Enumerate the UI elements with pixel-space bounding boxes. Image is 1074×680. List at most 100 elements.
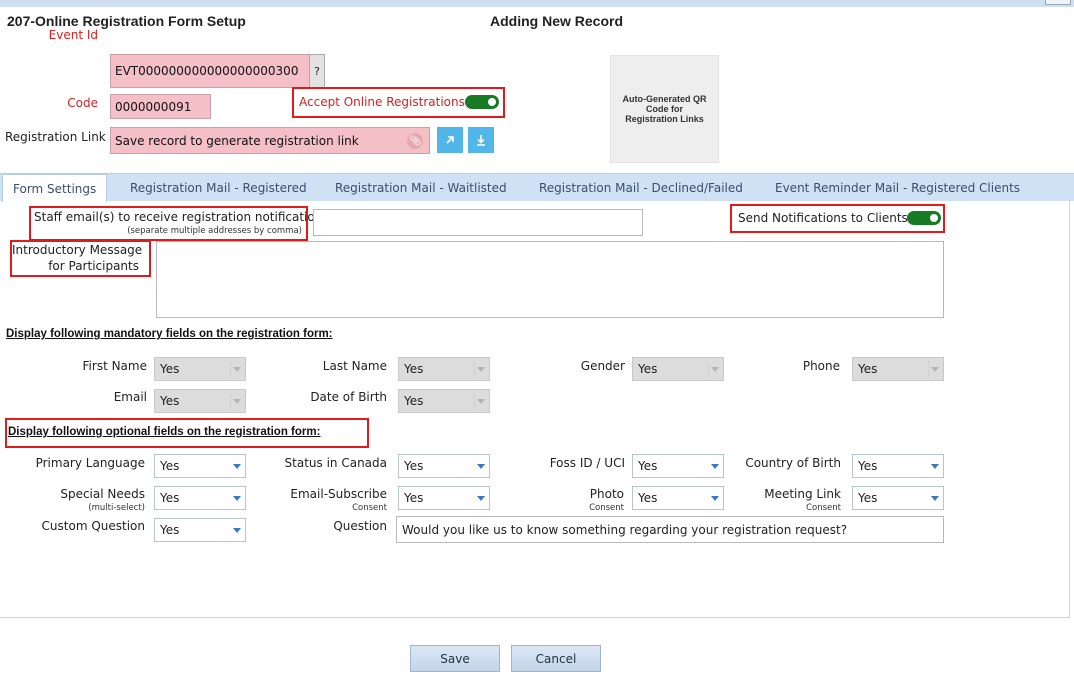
email-subscribe-sub: Consent [352,503,387,513]
accept-online-toggle[interactable] [465,95,499,109]
first-name-value: Yes [160,362,180,376]
meeting-link-value: Yes [858,491,878,505]
email-label: Email [113,390,147,404]
registration-link-label: Registration Link [5,130,106,144]
chevron-down-icon [477,367,485,372]
chevron-down-icon [711,496,719,501]
email-subscribe-label: Email-Subscribe [290,487,387,501]
special-needs-sub: (multi-select) [88,503,145,513]
chevron-down-icon [931,496,939,501]
foss-id-label: Foss ID / UCI [549,456,625,470]
registration-link-text: Save record to generate registration lin… [115,133,359,148]
staff-email-label: Staff email(s) to receive registration n… [34,210,329,224]
photo-select[interactable]: Yes [632,486,724,510]
last-name-select: Yes [398,357,490,381]
country-of-birth-value: Yes [858,459,878,473]
phone-select: Yes [852,357,944,381]
last-name-label: Last Name [322,359,387,373]
chevron-down-icon [477,496,485,501]
custom-question-label: Custom Question [41,519,145,533]
tab-form-settings[interactable]: Form Settings [2,174,108,202]
page-title: 207-Online Registration Form Setup [7,13,246,29]
status-in-canada-value: Yes [404,459,424,473]
first-name-label: First Name [82,359,147,373]
date-of-birth-label: Date of Birth [310,390,387,404]
chevron-down-icon [233,496,241,501]
external-link-icon [446,136,454,144]
qr-code-placeholder: Auto-Generated QR Code for Registration … [610,55,719,163]
tab-mail-declined[interactable]: Registration Mail - Declined/Failed [539,174,743,202]
tab-bar: Form Settings Registration Mail - Regist… [0,173,1074,202]
date-of-birth-select: Yes [398,389,490,413]
event-id-field[interactable]: EVT000000000000000000300 [110,54,310,88]
custom-question-select[interactable]: Yes [154,518,246,542]
chevron-down-icon [233,528,241,533]
chevron-down-icon [477,464,485,469]
window-corner-button[interactable] [1045,0,1071,5]
email-select: Yes [154,389,246,413]
meeting-link-sub: Consent [806,503,841,513]
accept-online-label: Accept Online Registrations [299,95,465,109]
tab-event-reminder[interactable]: Event Reminder Mail - Registered Clients [775,174,1020,202]
special-needs-select[interactable]: Yes [154,486,246,510]
code-label: Code [67,96,98,110]
email-subscribe-select[interactable]: Yes [398,486,490,510]
status-in-canada-label: Status in Canada [284,456,387,470]
chevron-down-icon [233,367,241,372]
last-name-value: Yes [404,362,424,376]
country-of-birth-select[interactable]: Yes [852,454,944,478]
question-label: Question [333,519,387,533]
primary-language-value: Yes [160,459,180,473]
chevron-down-icon [711,464,719,469]
gender-label: Gender [580,359,625,373]
chevron-down-icon [233,399,241,404]
record-mode-title: Adding New Record [490,13,624,29]
download-icon [477,134,485,146]
staff-email-input[interactable] [313,209,643,236]
foss-id-value: Yes [638,459,658,473]
tab-mail-registered[interactable]: Registration Mail - Registered [130,174,307,202]
chevron-down-icon [233,464,241,469]
intro-message-label-line1: Introductory Message [12,243,143,257]
primary-language-label: Primary Language [35,456,145,470]
question-input[interactable]: Would you like us to know something rega… [396,516,944,543]
country-of-birth-label: Country of Birth [745,456,841,470]
save-button[interactable]: Save [410,645,500,672]
date-of-birth-value: Yes [404,394,424,408]
chevron-down-icon [931,367,939,372]
send-notifications-toggle[interactable] [907,211,941,225]
email-value: Yes [160,394,180,408]
gender-value: Yes [638,362,658,376]
photo-value: Yes [638,491,658,505]
paperclip-icon[interactable]: 📎︎ [407,133,423,149]
optional-section-heading: Display following optional fields on the… [8,426,321,438]
send-notifications-label: Send Notifications to Clients [738,211,908,225]
registration-link-field[interactable]: Save record to generate registration lin… [110,127,430,154]
photo-sub: Consent [589,503,624,513]
chevron-down-icon [477,399,485,404]
meeting-link-select[interactable]: Yes [852,486,944,510]
mandatory-section-heading: Display following mandatory fields on th… [6,328,333,340]
photo-label: Photo [589,487,624,501]
code-field[interactable]: 0000000091 [110,94,211,119]
chevron-down-icon [931,464,939,469]
event-lookup-button[interactable]: ? [309,54,325,88]
intro-message-label-line2: for Participants [48,259,139,273]
open-link-button[interactable] [437,127,463,153]
status-in-canada-select[interactable]: Yes [398,454,490,478]
cancel-button[interactable]: Cancel [511,645,601,672]
meeting-link-label: Meeting Link [764,487,841,501]
download-link-button[interactable] [468,127,494,153]
primary-language-select[interactable]: Yes [154,454,246,478]
first-name-select: Yes [154,357,246,381]
custom-question-value: Yes [160,523,180,537]
special-needs-label: Special Needs [60,487,145,501]
event-id-label: Event Id [48,28,98,42]
staff-email-hint: (separate multiple addresses by comma) [127,226,302,236]
email-subscribe-value: Yes [404,491,424,505]
chevron-down-icon [711,367,719,372]
gender-select: Yes [632,357,724,381]
tab-mail-waitlisted[interactable]: Registration Mail - Waitlisted [335,174,507,202]
foss-id-select[interactable]: Yes [632,454,724,478]
intro-message-textarea[interactable] [156,241,944,318]
